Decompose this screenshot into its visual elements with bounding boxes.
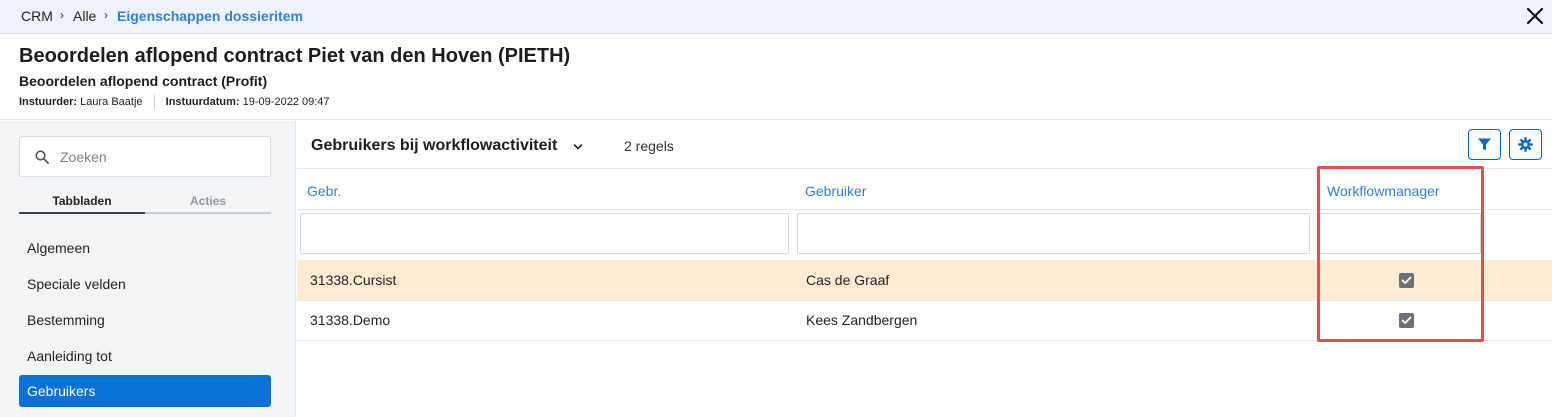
filter-icon: [1478, 138, 1491, 151]
settings-button[interactable]: [1509, 129, 1542, 160]
close-button[interactable]: [1524, 5, 1546, 27]
column-header-gebruiker[interactable]: Gebruiker: [805, 183, 866, 199]
filter-input-gebr[interactable]: [300, 213, 789, 254]
breadcrumb-alle[interactable]: Alle: [73, 8, 96, 24]
chevron-down-icon[interactable]: [573, 143, 583, 151]
gear-icon: [1518, 137, 1533, 152]
view-selector[interactable]: Gebruikers bij workflowactiviteit: [311, 137, 557, 155]
filter-button[interactable]: [1468, 129, 1501, 160]
page-header: Beoordelen aflopend contract Piet van de…: [0, 35, 1552, 120]
sidebar-item-gebruikers[interactable]: Gebruikers: [19, 375, 271, 407]
annotation-highlight: [1317, 166, 1484, 342]
search-icon: [35, 150, 49, 164]
breadcrumb-separator: ›: [60, 8, 64, 22]
sidebar-item-bestemming[interactable]: Bestemming: [19, 304, 271, 336]
sidebar-item-algemeen[interactable]: Algemeen: [19, 232, 271, 264]
date-label: Instuurdatum:: [165, 95, 240, 108]
search-input[interactable]: [60, 147, 260, 167]
breadcrumb-current: Eigenschappen dossieritem: [117, 8, 303, 24]
filter-input-gebruiker[interactable]: [797, 213, 1310, 254]
breadcrumb-bar: CRM › Alle › Eigenschappen dossieritem: [0, 0, 1552, 34]
tab-tabbladen[interactable]: Tabbladen: [19, 194, 145, 208]
meta-info: Instuurder: Laura Baatje Instuurdatum: 1…: [19, 95, 330, 109]
column-header-gebr[interactable]: Gebr.: [307, 183, 341, 199]
close-icon: [1526, 7, 1544, 25]
cell-user-name: Cas de Graaf: [806, 272, 890, 288]
cell-user-code: 31338.Cursist: [310, 272, 397, 288]
breadcrumb-separator: ›: [104, 8, 108, 22]
sidebar-tabs: Tabbladen Acties: [19, 192, 271, 214]
breadcrumb-crm[interactable]: CRM: [21, 8, 53, 24]
submitter-label: Instuurder:: [19, 95, 78, 108]
search-box[interactable]: [19, 136, 271, 177]
tab-acties[interactable]: Acties: [145, 194, 271, 208]
cell-user-code: 31338.Demo: [310, 312, 391, 328]
cell-user-name: Kees Zandbergen: [806, 312, 918, 328]
page-subtitle: Beoordelen aflopend contract (Profit): [19, 73, 268, 89]
sidebar: Tabbladen Acties Algemeen Speciale velde…: [0, 121, 296, 417]
date-value: 19-09-2022 09:47: [242, 95, 330, 108]
active-tab-indicator: [19, 212, 145, 214]
submitter-value: Laura Baatje: [80, 95, 143, 108]
row-count: 2 regels: [624, 138, 674, 154]
sidebar-item-speciale-velden[interactable]: Speciale velden: [19, 268, 271, 300]
meta-divider: [153, 95, 155, 109]
page-title: Beoordelen aflopend contract Piet van de…: [19, 45, 571, 67]
sidebar-item-aanleiding-tot[interactable]: Aanleiding tot: [19, 340, 271, 372]
